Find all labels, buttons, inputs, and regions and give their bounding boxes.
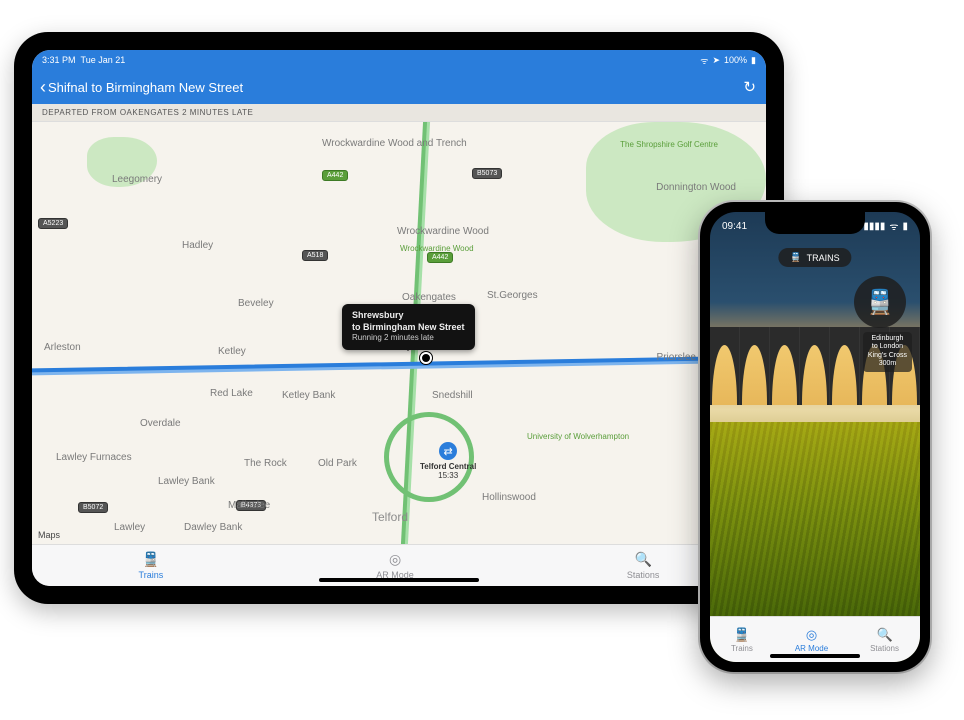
battery-percent: 100% bbox=[724, 55, 747, 65]
place-label: Beveley bbox=[238, 298, 274, 309]
home-indicator[interactable] bbox=[319, 578, 479, 582]
place-label: The Rock bbox=[244, 458, 287, 469]
mode-pill[interactable]: 🚆 TRAINS bbox=[778, 248, 851, 267]
road-shield: B5072 bbox=[78, 502, 108, 513]
place-label: Lawley Bank bbox=[158, 476, 215, 487]
place-label: Snedshill bbox=[432, 390, 473, 401]
battery-icon: ▮ bbox=[902, 221, 908, 232]
place-label: Ketley bbox=[218, 346, 246, 357]
ar-icon: ◎ bbox=[389, 551, 401, 568]
station-time: 15:33 bbox=[438, 471, 458, 480]
ipad-device: 3:31 PM Tue Jan 21 ᯤ ➤ 100% ▮ ‹ Shifnal … bbox=[14, 32, 784, 604]
tab-label: Trains bbox=[139, 570, 164, 580]
chevron-left-icon: ‹ bbox=[40, 78, 46, 96]
callout-destination: to Birmingham New Street bbox=[352, 322, 465, 334]
place-label: Red Lake bbox=[210, 388, 253, 399]
place-label: Overdale bbox=[140, 418, 181, 429]
place-label: Lawley bbox=[114, 522, 145, 533]
tab-label: Trains bbox=[731, 644, 753, 653]
ar-origin: Edinburgh bbox=[868, 335, 907, 343]
place-label: Telford bbox=[372, 510, 408, 524]
tab-trains[interactable]: 🚆 Trains bbox=[139, 551, 164, 580]
tab-stations[interactable]: 🔍 Stations bbox=[627, 551, 660, 580]
train-icon: 🚆 bbox=[865, 288, 895, 317]
place-label: St.Georges bbox=[487, 290, 538, 301]
search-icon: 🔍 bbox=[634, 551, 651, 568]
place-label: Lawley Furnaces bbox=[56, 452, 132, 463]
map-view[interactable]: A5223 A518 A442 B5073 A442 A4640 M54 B50… bbox=[32, 122, 766, 544]
road-shield: A442 bbox=[427, 252, 453, 263]
status-right: ᯤ ➤ 100% ▮ bbox=[700, 54, 756, 67]
iphone-device: 09:41 ▮▮▮▮ ᯤ ▮ 🚆 TRAINS 🚆 Edinburgh bbox=[700, 202, 930, 672]
wifi-icon: ᯤ bbox=[889, 219, 898, 233]
train-marker[interactable] bbox=[420, 352, 432, 364]
home-indicator[interactable] bbox=[770, 654, 860, 658]
road-shield: A442 bbox=[322, 170, 348, 181]
foreground-grass bbox=[710, 422, 920, 620]
tab-label: Stations bbox=[627, 570, 660, 580]
place-label: Dawley Bank bbox=[184, 522, 242, 533]
road-shield: B5073 bbox=[472, 168, 502, 179]
station-marker[interactable]: ⇄ Telford Central 15:33 bbox=[420, 442, 476, 480]
back-button[interactable]: ‹ Shifnal to Birmingham New Street bbox=[40, 78, 243, 96]
callout-status: Running 2 minutes late bbox=[352, 333, 465, 343]
place-label: Leegomery bbox=[112, 174, 162, 185]
ar-to: to London bbox=[868, 343, 907, 351]
tab-label: AR Mode bbox=[795, 644, 828, 653]
train-icon: 🚆 bbox=[790, 252, 801, 263]
status-right: ▮▮▮▮ ᯤ ▮ bbox=[863, 219, 908, 233]
poi-label: The Shropshire Golf Centre bbox=[620, 140, 718, 149]
nav-title: Shifnal to Birmingham New Street bbox=[48, 80, 243, 95]
refresh-button[interactable]: ↻ bbox=[743, 78, 756, 96]
place-label: Malinslee bbox=[228, 500, 270, 511]
ipad-screen: 3:31 PM Tue Jan 21 ᯤ ➤ 100% ▮ ‹ Shifnal … bbox=[32, 50, 766, 586]
place-label: Oakengates bbox=[402, 292, 456, 303]
battery-icon: ▮ bbox=[751, 55, 756, 66]
station-name: Telford Central bbox=[420, 462, 476, 471]
ar-train-info[interactable]: Edinburgh to London King's Cross 300m bbox=[863, 332, 912, 372]
ar-destination: King's Cross bbox=[868, 352, 907, 360]
tab-stations[interactable]: 🔍 Stations bbox=[870, 627, 899, 653]
tab-ar-mode[interactable]: ◎ AR Mode bbox=[795, 627, 828, 653]
callout-origin: Shrewsbury bbox=[352, 310, 465, 322]
pill-label: TRAINS bbox=[807, 253, 840, 263]
place-label: Donnington Wood bbox=[656, 182, 736, 193]
search-icon: 🔍 bbox=[876, 627, 892, 643]
ipad-tab-bar: 🚆 Trains ◎ AR Mode 🔍 Stations bbox=[32, 544, 766, 586]
place-label: Wrockwardine Wood bbox=[397, 226, 489, 237]
tab-label: Stations bbox=[870, 644, 899, 653]
place-label: Priorslee bbox=[657, 352, 696, 363]
place-label: Arleston bbox=[44, 342, 81, 353]
iphone-screen: 09:41 ▮▮▮▮ ᯤ ▮ 🚆 TRAINS 🚆 Edinburgh bbox=[710, 212, 920, 662]
train-icon: 🚆 bbox=[142, 551, 159, 568]
status-banner: DEPARTED FROM OAKENGATES 2 MINUTES LATE bbox=[32, 104, 766, 122]
navigation-bar: ‹ Shifnal to Birmingham New Street ↻ bbox=[32, 70, 766, 104]
place-label: Old Park bbox=[318, 458, 357, 469]
place-label: Wrockwardine Wood and Trench bbox=[322, 138, 467, 149]
ar-icon: ◎ bbox=[806, 627, 817, 643]
wifi-icon: ᯤ bbox=[700, 54, 708, 67]
ar-distance: 300m bbox=[868, 360, 907, 368]
iphone-notch bbox=[765, 212, 865, 234]
status-time-date: 3:31 PM Tue Jan 21 bbox=[42, 55, 125, 65]
maps-attribution: Maps bbox=[38, 530, 60, 540]
train-callout[interactable]: Shrewsbury to Birmingham New Street Runn… bbox=[342, 304, 475, 350]
rail-icon: ⇄ bbox=[439, 442, 457, 460]
ipad-status-bar: 3:31 PM Tue Jan 21 ᯤ ➤ 100% ▮ bbox=[32, 50, 766, 70]
road-shield: A518 bbox=[302, 250, 328, 261]
location-icon: ➤ bbox=[712, 55, 720, 66]
poi-label: University of Wolverhampton bbox=[527, 432, 629, 441]
place-label: Hollinswood bbox=[482, 492, 536, 503]
cellular-icon: ▮▮▮▮ bbox=[863, 221, 885, 232]
train-icon: 🚆 bbox=[734, 627, 750, 643]
tab-ar-mode[interactable]: ◎ AR Mode bbox=[376, 551, 414, 580]
place-label: Hadley bbox=[182, 240, 213, 251]
ar-train-badge[interactable]: 🚆 bbox=[854, 276, 906, 328]
place-label: Ketley Bank bbox=[282, 390, 335, 401]
road-shield: A5223 bbox=[38, 218, 68, 229]
status-time: 09:41 bbox=[722, 221, 747, 232]
tab-trains[interactable]: 🚆 Trains bbox=[731, 627, 753, 653]
poi-label: Wrockwardine Wood bbox=[400, 244, 474, 253]
